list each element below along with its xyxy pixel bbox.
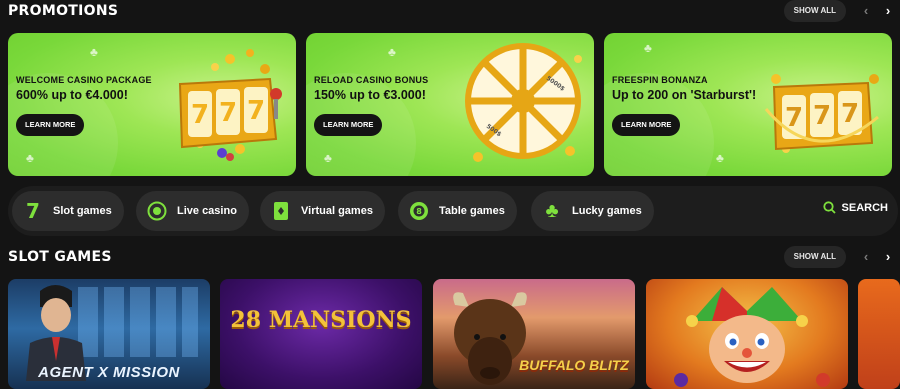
category-live-casino[interactable]: Live casino: [136, 191, 249, 231]
search-label: SEARCH: [841, 201, 888, 214]
promo-title: WELCOME CASINO PACKAGE: [16, 75, 152, 85]
slot-reels-777-icon: 7 7 7: [764, 74, 879, 153]
promo-offer: Up to 200 on 'Starburst'!: [612, 88, 757, 102]
promo-title: RELOAD CASINO BONUS: [314, 75, 429, 85]
search-icon: [822, 201, 836, 214]
svg-text:7: 7: [219, 98, 237, 128]
game-tile-agent-x-mission[interactable]: AGENT X MISSION: [8, 279, 210, 389]
category-slot-games[interactable]: 7 Slot games: [12, 191, 124, 231]
game-tile-buffalo-blitz[interactable]: BUFFALO BLITZ: [433, 279, 635, 389]
learn-more-button[interactable]: LEARN MORE: [314, 114, 383, 136]
seven-icon: 7: [26, 199, 40, 223]
chip-icon: [146, 200, 168, 222]
slot-games-title: SLOT GAMES: [8, 249, 112, 265]
ball-icon: 8: [408, 200, 430, 222]
card-icon: [270, 200, 292, 222]
slot-games-show-all-button[interactable]: SHOW ALL: [783, 246, 846, 268]
learn-more-button[interactable]: LEARN MORE: [16, 114, 85, 136]
clover-icon: ♣: [388, 45, 396, 59]
promo-offer: 600% up to €4.000!: [16, 88, 128, 102]
svg-text:7: 7: [841, 99, 859, 129]
promotions-show-all-button[interactable]: SHOW ALL: [783, 0, 846, 22]
svg-text:7: 7: [813, 101, 831, 131]
svg-text:7: 7: [191, 100, 209, 130]
slot-games-prev-arrow-icon[interactable]: ‹: [858, 248, 874, 266]
grapes-icon: [674, 373, 688, 387]
game-title: AGENT X MISSION: [38, 364, 180, 381]
search-button[interactable]: SEARCH: [822, 201, 888, 214]
clover-icon: ♣: [324, 151, 332, 165]
svg-text:8: 8: [416, 207, 422, 216]
promotions-title: PROMOTIONS: [8, 3, 119, 19]
cherry-icon: [816, 373, 830, 387]
promotions-next-arrow-icon[interactable]: ›: [880, 2, 896, 20]
svg-text:7: 7: [247, 96, 265, 126]
game-tile-jester[interactable]: [646, 279, 848, 389]
category-bar: 7 Slot games Live casino Virtual games 8…: [8, 186, 898, 236]
game-title: BUFFALO BLITZ: [519, 357, 629, 373]
slot-games-next-arrow-icon[interactable]: ›: [880, 248, 896, 266]
game-tile-28-mansions[interactable]: 28 MANSIONS: [220, 279, 422, 389]
promo-offer: 150% up to €3.000!: [314, 88, 426, 102]
category-label: Table games: [439, 205, 505, 217]
category-label: Virtual games: [301, 205, 373, 217]
clover-icon: ♣: [90, 45, 98, 59]
game-title: 28 MANSIONS: [230, 307, 412, 333]
clover-icon: ♣: [26, 151, 34, 165]
clover-icon: ♣: [545, 199, 559, 222]
promo-card-reload[interactable]: ♣ ♣ RELOAD CASINO BONUS 150% up to €3.00…: [306, 33, 594, 176]
slot-reels-777-icon: 7 7 7: [178, 49, 282, 161]
clover-icon: ♣: [644, 41, 652, 55]
promo-title: FREESPIN BONANZA: [612, 75, 708, 85]
category-label: Lucky games: [572, 205, 642, 217]
category-lucky-games[interactable]: ♣ Lucky games: [531, 191, 654, 231]
promo-card-welcome[interactable]: ♣ ♣ WELCOME CASINO PACKAGE 600% up to €4…: [8, 33, 296, 176]
category-label: Slot games: [53, 205, 112, 217]
promo-card-freespin[interactable]: ♣ ♣ FREESPIN BONANZA Up to 200 on 'Starb…: [604, 33, 892, 176]
clover-icon: ♣: [716, 151, 724, 165]
learn-more-button[interactable]: LEARN MORE: [612, 114, 681, 136]
buffalo-icon: [453, 292, 527, 385]
game-tile-partial[interactable]: [858, 279, 900, 389]
jester-icon: [686, 287, 808, 383]
category-table-games[interactable]: 8 Table games: [398, 191, 517, 231]
slot-games-header: SLOT GAMES SHOW ALL ‹ ›: [0, 246, 900, 270]
promotions-prev-arrow-icon[interactable]: ‹: [858, 2, 874, 20]
promotions-header: PROMOTIONS SHOW ALL ‹ ›: [0, 0, 900, 24]
prize-wheel-icon: 5000$ 500$: [465, 43, 582, 162]
category-label: Live casino: [177, 205, 237, 217]
category-virtual-games[interactable]: Virtual games: [260, 191, 385, 231]
